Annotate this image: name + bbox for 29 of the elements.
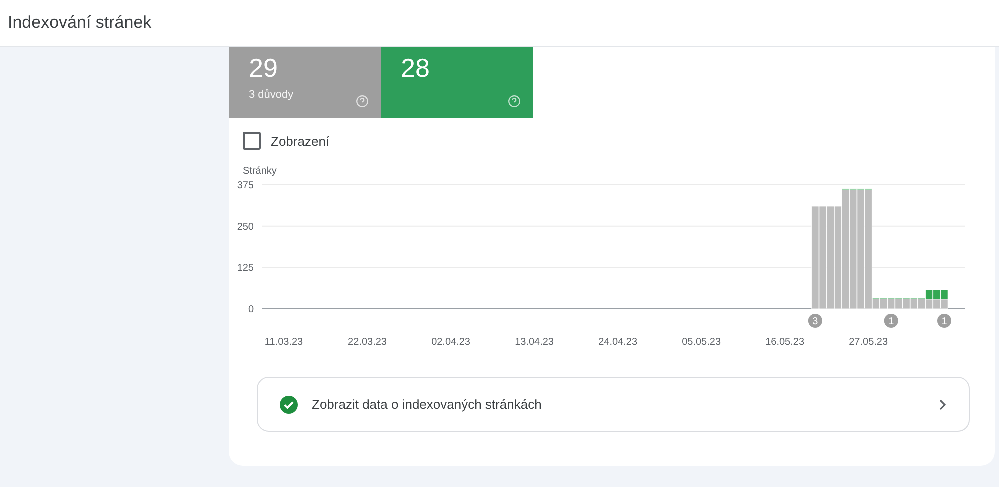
axis-label: 11.03.23: [264, 337, 304, 348]
help-icon[interactable]: [356, 95, 369, 108]
axis-label: 22.03.23: [348, 337, 387, 348]
axis-title: Stránky: [243, 166, 277, 177]
checkbox-label: Zobrazení: [271, 134, 330, 148]
axis-label: 27.05.23: [849, 337, 888, 348]
details-link[interactable]: Zobrazit data o indexovaných stránkách: [257, 377, 970, 432]
tile-value: 29: [249, 53, 279, 83]
axis-label: 16.05.23: [766, 337, 805, 348]
annotation-marker[interactable]: 3: [808, 314, 822, 328]
tile-value: 28: [401, 53, 431, 83]
summary-tile[interactable]: 28: [381, 47, 533, 118]
tile-subtitle: 3 důvody: [249, 89, 295, 101]
annotation-marker[interactable]: 1: [938, 314, 952, 328]
axis-label: 250: [237, 222, 254, 233]
axis-label: 375: [237, 180, 254, 192]
annotation-marker[interactable]: 1: [884, 314, 898, 328]
axis-label: 02.04.23: [432, 337, 470, 348]
summary-tile[interactable]: 29 3 důvody: [229, 47, 381, 118]
checkbox[interactable]: [243, 132, 261, 150]
help-icon[interactable]: [508, 95, 521, 108]
chevron-right-icon: [939, 398, 947, 410]
axis-label: 13.04.23: [515, 337, 554, 348]
axis-label: 125: [237, 263, 254, 274]
axis-label: 05.05.23: [682, 337, 722, 348]
check-circle-icon: [280, 396, 298, 414]
page-title: Indexování stránek: [8, 13, 152, 33]
axis-label: 0: [248, 304, 254, 316]
axis-label: 24.04.23: [598, 337, 638, 348]
